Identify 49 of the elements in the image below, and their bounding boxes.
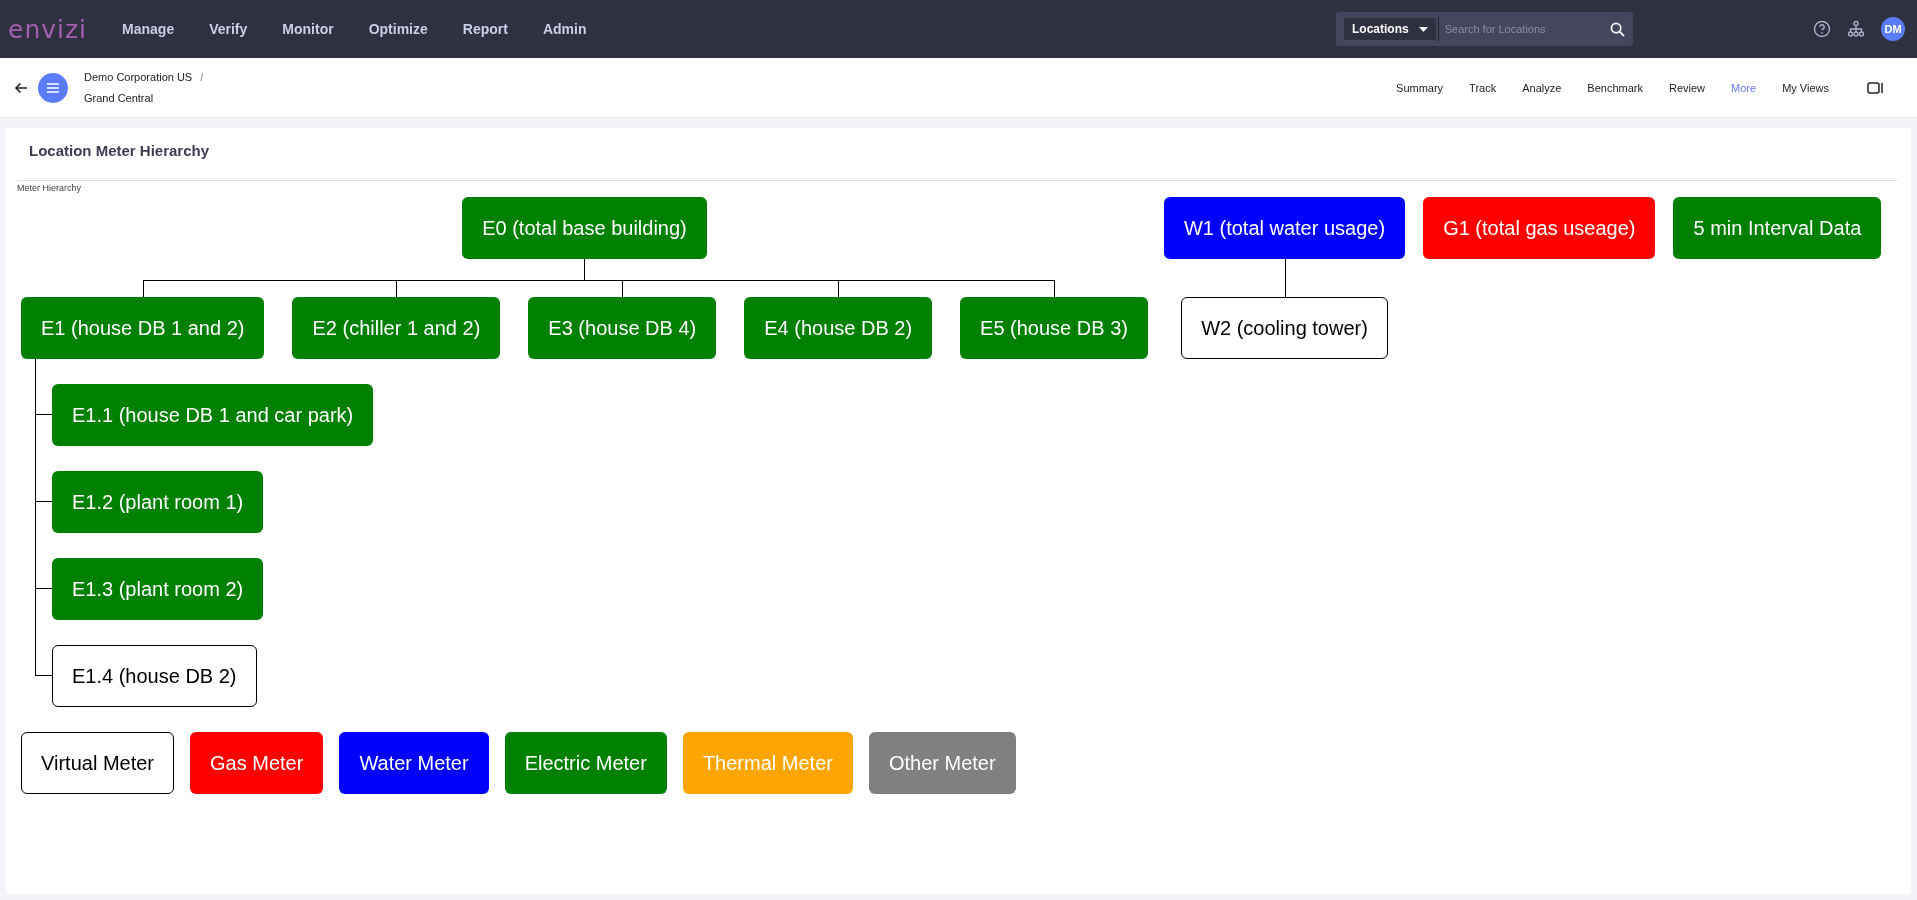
current-location: Grand Central: [84, 92, 155, 104]
menu-button[interactable]: [38, 72, 68, 103]
caret-icon: [1418, 26, 1428, 32]
nav-tab[interactable]: Track: [1467, 77, 1499, 98]
search-scope-dropdown[interactable]: Locations: [1344, 18, 1436, 40]
user-avatar[interactable]: DM: [1881, 17, 1905, 41]
back-arrow-icon[interactable]: [14, 81, 28, 94]
breadcrumb-separator: /: [200, 71, 204, 83]
main-menu-item[interactable]: Report: [462, 21, 508, 37]
legend-item: Other Meter: [868, 732, 1016, 794]
search-icon[interactable]: [1610, 21, 1625, 37]
nav-tab[interactable]: Summary: [1394, 77, 1446, 98]
legend-item: Thermal Meter: [682, 732, 853, 794]
meter-node[interactable]: E2 (chiller 1 and 2): [292, 297, 501, 359]
nav-tab[interactable]: My Views: [1780, 77, 1831, 98]
meter-node[interactable]: E0 (total base building): [462, 197, 707, 259]
presentation-icon[interactable]: [1867, 81, 1883, 94]
legend-item: Gas Meter: [190, 732, 324, 794]
breadcrumb-link[interactable]: Demo Corporation US: [84, 71, 193, 83]
hierarchy-icon[interactable]: [1847, 20, 1865, 38]
meter-node[interactable]: E1 (house DB 1 and 2): [21, 297, 265, 359]
meter-node[interactable]: E1.4 (house DB 2): [52, 645, 257, 707]
main-menu-item[interactable]: Optimize: [368, 21, 428, 37]
meter-node[interactable]: G1 (total gas useage): [1423, 197, 1656, 259]
main-menu-item[interactable]: Admin: [542, 21, 587, 37]
legend-item: Water Meter: [339, 732, 489, 794]
meter-node[interactable]: E3 (house DB 4): [528, 297, 717, 359]
meter-node[interactable]: E1.2 (plant room 1): [52, 471, 264, 533]
nav-tab[interactable]: Analyze: [1520, 77, 1564, 98]
meter-node[interactable]: E5 (house DB 3): [960, 297, 1148, 359]
meter-node[interactable]: E1.1 (house DB 1 and car park): [52, 384, 374, 446]
section-label: Meter Hierarchy: [17, 183, 82, 194]
help-icon[interactable]: [1813, 20, 1831, 38]
meter-node[interactable]: W2 (cooling tower): [1181, 297, 1388, 359]
main-menu-item[interactable]: Monitor: [282, 21, 334, 37]
menu-icon: [47, 82, 59, 93]
legend-item: Electric Meter: [504, 732, 667, 794]
nav-tab[interactable]: More: [1729, 77, 1759, 98]
meter-node[interactable]: E4 (house DB 2): [744, 297, 933, 359]
meter-node[interactable]: E1.3 (plant room 2): [52, 558, 264, 620]
meter-node[interactable]: W1 (total water usage): [1163, 197, 1406, 259]
main-menu-item[interactable]: Manage: [122, 21, 175, 37]
search-field[interactable]: Search for Locations: [1442, 22, 1610, 36]
nav-tab[interactable]: Review: [1667, 77, 1708, 98]
panel-title: Location Meter Hierarchy: [29, 142, 211, 161]
nav-tab[interactable]: Benchmark: [1585, 77, 1645, 98]
main-menu-item[interactable]: Verify: [209, 21, 248, 37]
meter-node[interactable]: 5 min Interval Data: [1673, 197, 1882, 259]
legend-item: Virtual Meter: [21, 732, 174, 794]
